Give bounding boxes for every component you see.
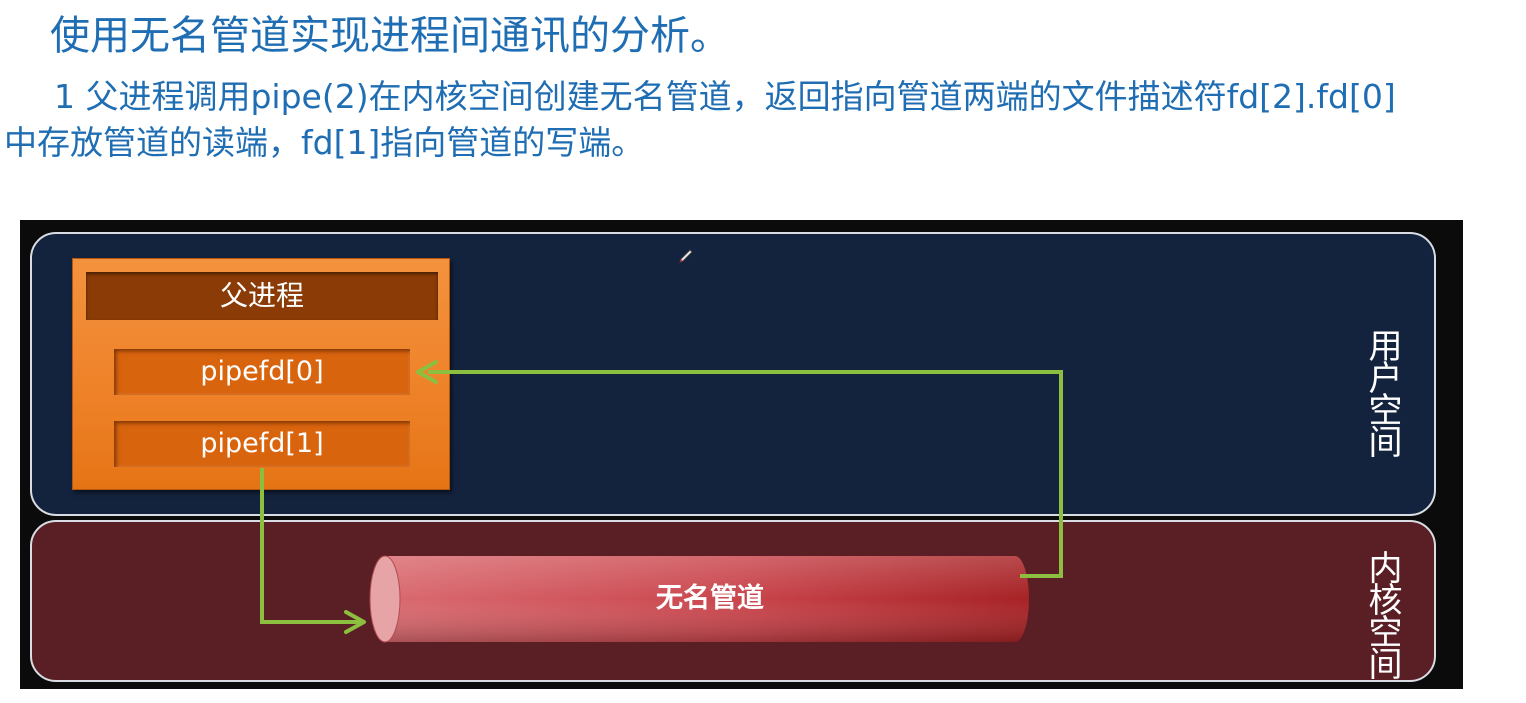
- slide: 使用无名管道实现进程间通讯的分析。 1 父进程调用pipe(2)在内核空间创建无…: [0, 0, 1526, 703]
- pipefd-read-slot: pipefd[0]: [114, 349, 410, 395]
- pipe-label: 无名管道: [656, 583, 764, 614]
- pipefd-write-slot: pipefd[1]: [114, 421, 410, 467]
- pen-cursor-icon: [679, 249, 693, 263]
- user-space-label: 用户空间: [1362, 328, 1402, 456]
- slide-title: 使用无名管道实现进程间通讯的分析。: [50, 13, 730, 59]
- description-paragraph: 1 父进程调用pipe(2)在内核空间创建无名管道，返回指向管道两端的文件描述符…: [4, 74, 1522, 166]
- kernel-space-label: 内核空间: [1362, 550, 1402, 678]
- parent-process-title: 父进程: [86, 272, 438, 320]
- description-line-1: 1 父进程调用pipe(2)在内核空间创建无名管道，返回指向管道两端的文件描述符…: [54, 77, 1396, 116]
- description-line-2: 中存放管道的读端，fd[1]指向管道的写端。: [4, 123, 645, 162]
